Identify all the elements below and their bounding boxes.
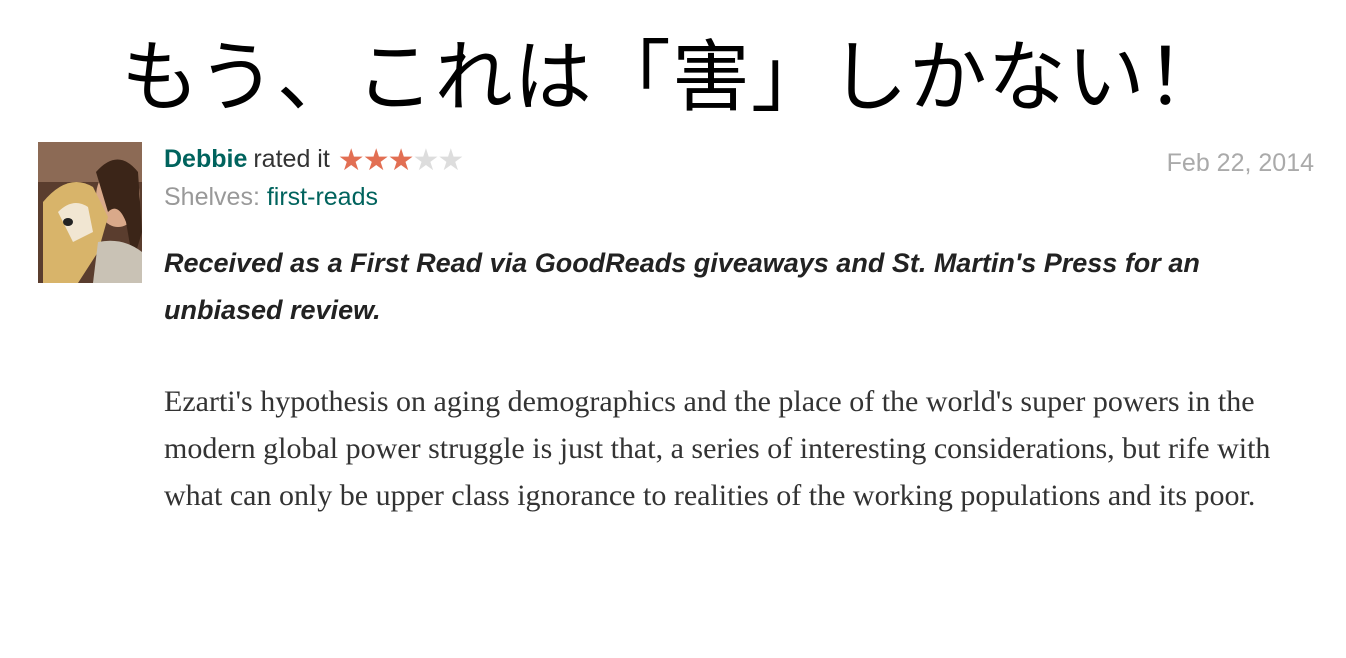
review-header: Debbie rated it ★★★★★ Shelves: first-reads… xyxy=(164,141,1314,221)
headline-kanji: 害 xyxy=(671,33,751,123)
review-body: Received as a First Read via GoodReads g… xyxy=(164,240,1284,519)
headline-caption: もう、これは「害」しかない！ xyxy=(0,28,1346,128)
shelves-line: Shelves: first-reads xyxy=(164,179,378,215)
user-rating-line: Debbie rated it ★★★★★ xyxy=(164,141,465,179)
review-text: Ezarti's hypothesis on aging demographic… xyxy=(164,385,1271,512)
shelf-link-first-reads[interactable]: first-reads xyxy=(267,183,378,211)
star-icon: ★ xyxy=(337,144,365,177)
user-photo-avatar xyxy=(38,142,142,283)
review-date-link[interactable]: Feb 22, 2014 xyxy=(1167,145,1314,181)
avatar[interactable] xyxy=(38,142,142,283)
star-icon: ★ xyxy=(362,144,390,177)
headline-text-after: 」しかない！ xyxy=(750,33,1225,123)
user-name-link[interactable]: Debbie xyxy=(164,145,247,173)
rated-it-label: rated it xyxy=(253,145,330,173)
star-icon: ★ xyxy=(412,144,440,177)
star-icon: ★ xyxy=(387,144,415,177)
headline-text-before: もう、これは「 xyxy=(121,33,672,123)
star-icon: ★ xyxy=(437,144,464,177)
star-rating: ★★★★★ xyxy=(337,143,465,179)
review-intro: Received as a First Read via GoodReads g… xyxy=(164,248,1200,325)
shelves-label: Shelves: xyxy=(164,183,260,211)
